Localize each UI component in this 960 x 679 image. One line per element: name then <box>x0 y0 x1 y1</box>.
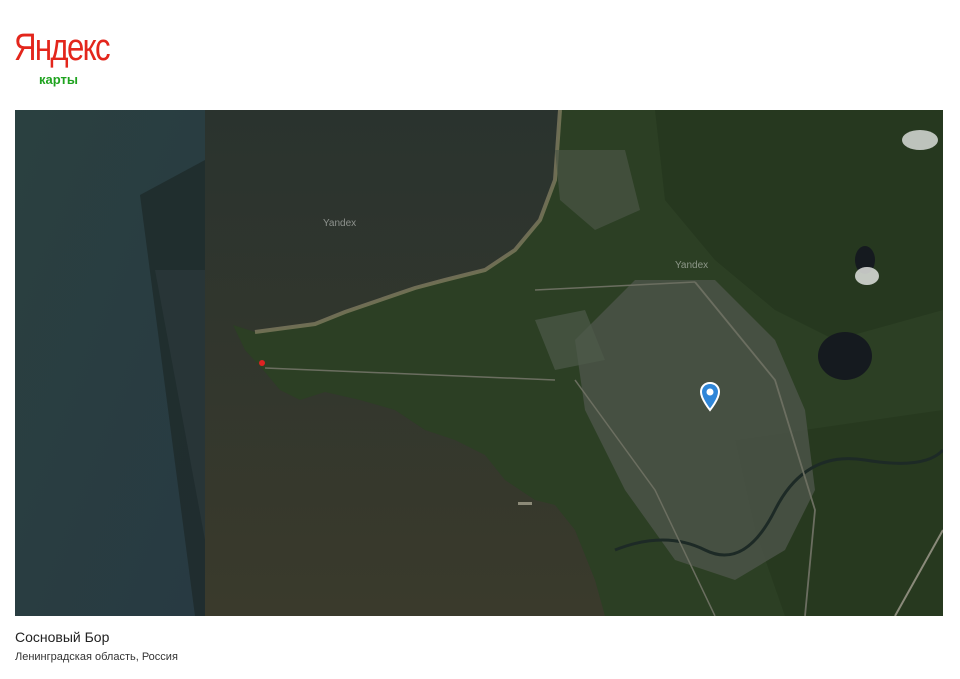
location-pin-icon[interactable] <box>699 382 721 412</box>
map-watermark: Yandex <box>323 218 357 229</box>
satellite-map[interactable]: Yandex Yandex <box>15 110 943 616</box>
satellite-imagery <box>15 110 943 616</box>
map-watermark: Yandex <box>675 260 709 271</box>
place-name: Сосновый Бор <box>15 629 110 645</box>
logo-subtitle: карты <box>39 72 78 87</box>
place-info: Сосновый Бор Ленинградская область, Росс… <box>15 628 943 664</box>
logo-wordmark: Яндекс <box>14 27 111 69</box>
yandex-maps-logo[interactable]: Яндекс карты <box>14 27 130 87</box>
place-region: Ленинградская область, Россия <box>15 651 178 663</box>
